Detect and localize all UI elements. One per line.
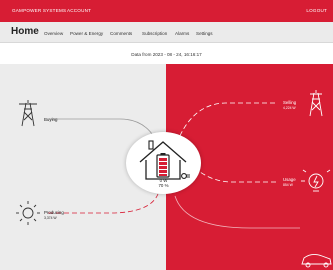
power-tower-icon <box>19 100 37 127</box>
car-icon <box>301 253 332 268</box>
selling-tower-icon <box>309 90 323 117</box>
usage-label-group: Usage 854 W <box>283 177 296 187</box>
usage-flow-line <box>199 171 276 183</box>
selling-label: Selling <box>283 100 297 105</box>
usage-value: 854 W <box>283 183 293 187</box>
lightbulb-icon <box>301 169 331 192</box>
buying-label: Buying <box>44 117 58 122</box>
buying-label-group: Buying <box>44 117 57 123</box>
selling-value: 4,224 W <box>283 106 296 110</box>
producing-flow-line <box>48 193 159 214</box>
selling-label-group: Selling 4,224 W <box>283 100 296 110</box>
sun-icon <box>16 201 40 225</box>
battery-soc: 70 % <box>158 183 169 188</box>
producing-label: Producing <box>44 210 64 215</box>
usage-label: Usage <box>283 177 296 182</box>
producing-value: 3,374 W <box>44 216 57 220</box>
producing-label-group: Producing 3,374 W <box>44 210 64 220</box>
car-flow-line <box>174 195 300 229</box>
